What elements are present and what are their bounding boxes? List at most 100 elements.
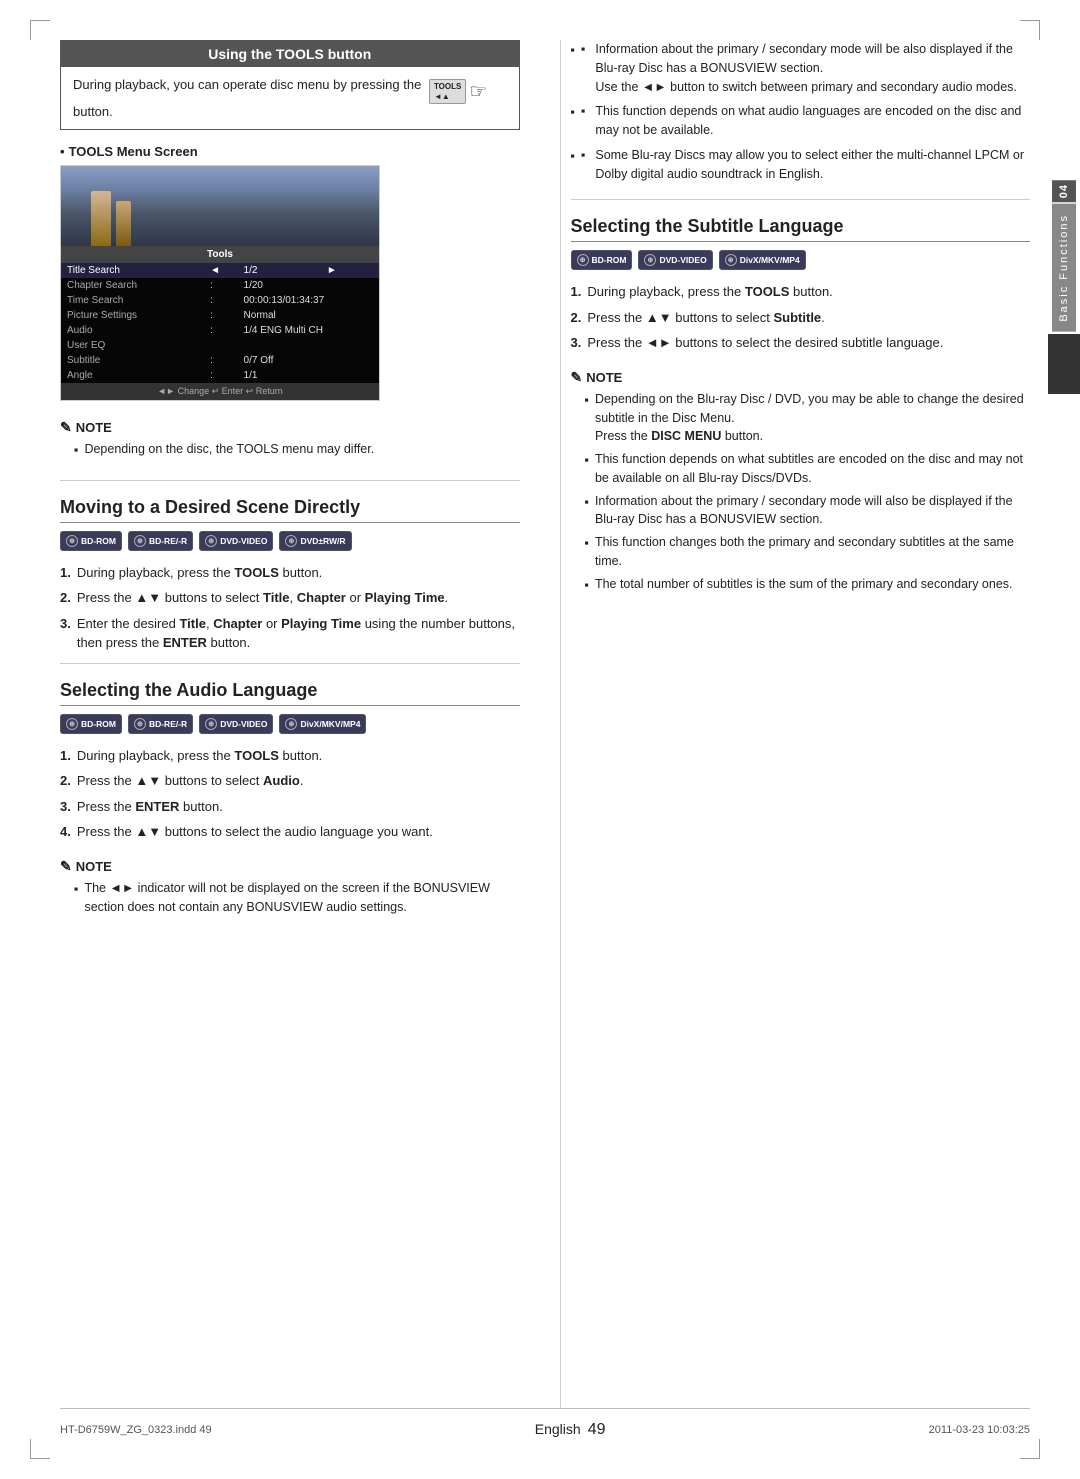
- step-number: 2.: [60, 771, 71, 791]
- tools-section-box: Using the TOOLS button During playback, …: [60, 40, 520, 130]
- table-row: Subtitle : 0/7 Off: [61, 353, 379, 368]
- table-cell-label: Time Search: [61, 293, 204, 308]
- audio-badges: ⊕ BD-ROM ⊕ BD-RE/-R ⊕ DVD-VIDEO ⊛ DivX/M…: [60, 714, 520, 734]
- corner-br: [1020, 1439, 1040, 1459]
- badge-dvdvideo-audio: ⊕ DVD-VIDEO: [199, 714, 273, 734]
- badge-circle: ⊛: [285, 718, 297, 730]
- tools-note-title: ✎ NOTE: [60, 419, 520, 436]
- moving-badges: ⊕ BD-ROM ⊕ BD-RE/-R ⊕ DVD-VIDEO ⊕ DVD±RW…: [60, 531, 520, 551]
- table-cell-value: 1/4 ENG Multi CH: [238, 323, 379, 338]
- step-number: 3.: [60, 614, 71, 653]
- audio-step-3: 3. Press the ENTER button.: [60, 797, 520, 817]
- subtitle-note-item-5: The total number of subtitles is the sum…: [585, 575, 1031, 595]
- badge-bdrom-audio: ⊕ BD-ROM: [60, 714, 122, 734]
- tools-scene-background: [61, 166, 379, 246]
- table-row: Audio : 1/4 ENG Multi CH: [61, 323, 379, 338]
- table-cell-label: Title Search: [61, 263, 204, 278]
- step-number: 1.: [571, 282, 582, 302]
- badge-circle: ⊕: [134, 718, 146, 730]
- subtitle-steps: 1. During playback, press the TOOLS butt…: [571, 282, 1031, 353]
- badge-dvdrw: ⊕ DVD±RW/R: [279, 531, 351, 551]
- tools-overlay-table: Title Search ◄ 1/2 ► Chapter Search : 1/…: [61, 263, 379, 383]
- tools-menu-screen-label: •TOOLS Menu Screen: [60, 144, 520, 159]
- table-cell-arrow: ►: [321, 263, 379, 278]
- tools-intro-before: During playback, you can operate disc me…: [73, 77, 421, 92]
- main-content: Using the TOOLS button During playback, …: [60, 40, 1030, 1408]
- step-text: Press the ◄► buttons to select the desir…: [587, 333, 943, 353]
- table-cell-arrow: [321, 278, 379, 293]
- audio-section-heading: Selecting the Audio Language: [60, 680, 520, 706]
- table-cell-sep: :: [204, 353, 237, 368]
- subtitle-step-1: 1. During playback, press the TOOLS butt…: [571, 282, 1031, 302]
- table-cell-sep: :: [204, 293, 237, 308]
- tools-overlay: Tools Title Search ◄ 1/2 ► Chapter Searc…: [61, 246, 379, 400]
- table-cell-value: [238, 338, 321, 353]
- moving-step-1: 1. During playback, press the TOOLS butt…: [60, 563, 520, 583]
- badge-bdrer-audio: ⊕ BD-RE/-R: [128, 714, 193, 734]
- audio-note-item: The ◄► indicator will not be displayed o…: [74, 879, 520, 917]
- tools-button-label: TOOLS◄▲: [429, 79, 466, 104]
- subtitle-note: ✎ NOTE Depending on the Blu-ray Disc / D…: [571, 363, 1031, 605]
- bullet-1: ▪ Information about the primary / second…: [571, 40, 1031, 96]
- step-number: 1.: [60, 746, 71, 766]
- tools-menu-image: Tools Title Search ◄ 1/2 ► Chapter Searc…: [60, 165, 380, 401]
- step-text: Enter the desired Title, Chapter or Play…: [77, 614, 520, 653]
- subtitle-note-item-2: This function depends on what subtitles …: [585, 450, 1031, 488]
- table-row: Title Search ◄ 1/2 ►: [61, 263, 379, 278]
- side-tab: 04 Basic Functions: [1048, 180, 1080, 394]
- table-cell-value: 00:00:13/01:34:37: [238, 293, 379, 308]
- badge-circle: ⊛: [725, 254, 737, 266]
- step-number: 1.: [60, 563, 71, 583]
- table-cell-arrow: [321, 338, 379, 353]
- table-cell-label: Subtitle: [61, 353, 204, 368]
- bullet-text: Some Blu-ray Discs may allow you to sele…: [595, 146, 1030, 184]
- tools-section-title: Using the TOOLS button: [61, 41, 519, 67]
- note-text: The total number of subtitles is the sum…: [595, 575, 1013, 595]
- audio-steps: 1. During playback, press the TOOLS butt…: [60, 746, 520, 842]
- table-row: Chapter Search : 1/20: [61, 278, 379, 293]
- bullet-text: This function depends on what audio lang…: [595, 102, 1030, 140]
- table-cell-value: Normal: [238, 308, 379, 323]
- step-text: During playback, press the TOOLS button.: [587, 282, 832, 302]
- subtitle-step-2: 2. Press the ▲▼ buttons to select Subtit…: [571, 308, 1031, 328]
- step-text: Press the ▲▼ buttons to select Audio.: [77, 771, 304, 791]
- step-text: Press the ▲▼ buttons to select the audio…: [77, 822, 433, 842]
- right-col-bullets: ▪ Information about the primary / second…: [571, 40, 1031, 183]
- subtitle-badges: ⊕ BD-ROM ⊕ DVD-VIDEO ⊛ DivX/MKV/MP4: [571, 250, 1031, 270]
- bullet-3: ▪ Some Blu-ray Discs may allow you to se…: [571, 146, 1031, 184]
- note-text: This function changes both the primary a…: [595, 533, 1030, 571]
- corner-bl: [30, 1439, 50, 1459]
- moving-step-2: 2. Press the ▲▼ buttons to select Title,…: [60, 588, 520, 608]
- table-cell-label: Audio: [61, 323, 204, 338]
- table-cell-sep: [204, 338, 237, 353]
- page: 04 Basic Functions Using the TOOLS butto…: [0, 0, 1080, 1479]
- footer-center: English 49: [535, 1421, 606, 1439]
- side-tab-block: [1048, 334, 1080, 394]
- bullet-icon: ▪: [581, 146, 585, 184]
- corner-tl: [30, 20, 50, 40]
- badge-circle-bdrer: ⊕: [134, 535, 146, 547]
- step-number: 2.: [60, 588, 71, 608]
- audio-step-2: 2. Press the ▲▼ buttons to select Audio.: [60, 771, 520, 791]
- english-label: English: [535, 1421, 581, 1437]
- subtitle-note-title: ✎ NOTE: [571, 369, 1031, 386]
- bullet-text: Information about the primary / secondar…: [595, 40, 1030, 96]
- bullet-icon: ▪: [581, 40, 585, 96]
- left-column: Using the TOOLS button During playback, …: [60, 40, 530, 1408]
- tools-section-content: During playback, you can operate disc me…: [61, 67, 519, 129]
- note-text: This function depends on what subtitles …: [595, 450, 1030, 488]
- bullet-2: ▪ This function depends on what audio la…: [571, 102, 1031, 140]
- table-cell-label: Chapter Search: [61, 278, 204, 293]
- footer-right: 2011-03-23 10:03:25: [929, 1424, 1030, 1436]
- side-tab-text: Basic Functions: [1052, 204, 1076, 332]
- step-number: 4.: [60, 822, 71, 842]
- badge-bdrom: ⊕ BD-ROM: [60, 531, 122, 551]
- note-icon: ✎: [571, 369, 583, 386]
- badge-dvdvideo: ⊕ DVD-VIDEO: [199, 531, 273, 551]
- step-text: During playback, press the TOOLS button.: [77, 746, 322, 766]
- step-number: 3.: [60, 797, 71, 817]
- table-cell-sep: :: [204, 308, 237, 323]
- audio-note: ✎ NOTE The ◄► indicator will not be disp…: [60, 852, 520, 927]
- subtitle-note-item-1: Depending on the Blu-ray Disc / DVD, you…: [585, 390, 1031, 446]
- moving-steps: 1. During playback, press the TOOLS butt…: [60, 563, 520, 653]
